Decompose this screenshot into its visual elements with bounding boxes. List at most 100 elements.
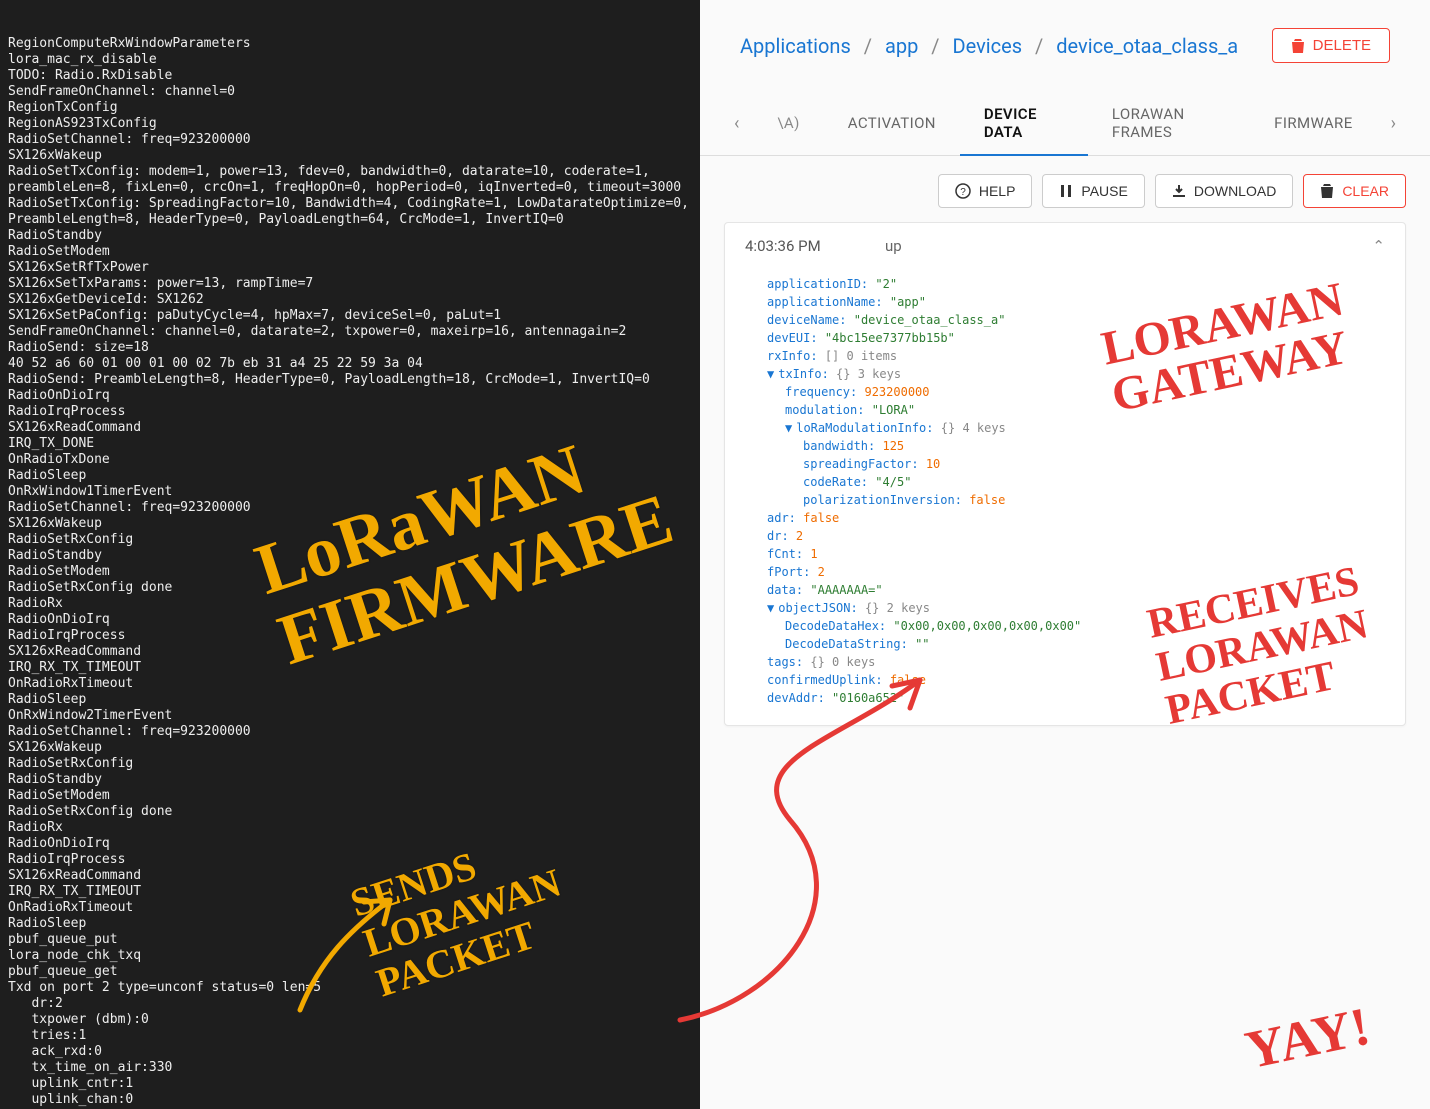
action-bar: ? HELP PAUSE DOWNLOAD CLEAR (700, 156, 1430, 222)
help-button[interactable]: ? HELP (938, 174, 1033, 208)
breadcrumb-devices[interactable]: Devices (953, 34, 1023, 58)
terminal-line: SX126xReadCommand (8, 644, 692, 660)
event-collapse-icon[interactable]: ⌃ (1372, 237, 1385, 255)
tab-lorawan-frames[interactable]: LORAWAN FRAMES (1088, 91, 1250, 155)
delete-button[interactable]: DELETE (1272, 28, 1390, 63)
event-card: 4:03:36 PM up ⌃ applicationID: "2" appli… (724, 222, 1406, 726)
download-button[interactable]: DOWNLOAD (1155, 174, 1293, 208)
help-label: HELP (979, 183, 1016, 199)
terminal-line: SendFrameOnChannel: channel=0, datarate=… (8, 324, 692, 340)
terminal-line: OnRxWindow2TimerEvent (8, 708, 692, 724)
terminal-line: RadioSetRxConfig (8, 532, 692, 548)
json-confirmedUplink: false (890, 673, 926, 687)
event-time: 4:03:36 PM (745, 237, 885, 255)
json-decodeHex: "0x00,0x00,0x00,0x00,0x00" (893, 619, 1081, 633)
download-label: DOWNLOAD (1194, 183, 1276, 199)
pause-icon (1059, 184, 1073, 198)
terminal-line: tries:1 (8, 1028, 692, 1044)
annotation-yay: YAY! (1240, 995, 1375, 1082)
terminal-line: dr:2 (8, 996, 692, 1012)
terminal-line: SX126xSetRfTxPower (8, 260, 692, 276)
pause-label: PAUSE (1081, 183, 1127, 199)
json-toggle[interactable]: ▼ (767, 601, 774, 615)
json-data: "AAAAAAA=" (810, 583, 882, 597)
terminal-line: SendFrameOnChannel: channel=0 (8, 84, 692, 100)
terminal-line: SX126xSetPaConfig: paDutyCycle=4, hpMax=… (8, 308, 692, 324)
terminal-line: RadioRx (8, 596, 692, 612)
terminal-line: SX126xReadCommand (8, 420, 692, 436)
terminal-line: RadioRx (8, 820, 692, 836)
json-applicationID: "2" (875, 277, 897, 291)
json-sf: 10 (926, 457, 940, 471)
clear-label: CLEAR (1342, 183, 1389, 199)
terminal-line: RadioStandby (8, 548, 692, 564)
terminal-line: preambleLen=8, fixLen=0, crcOn=1, freqHo… (8, 180, 692, 196)
json-codeRate: "4/5" (875, 475, 911, 489)
terminal-line: Txd on port 2 type=unconf status=0 len=5 (8, 980, 692, 996)
terminal-line: RadioSetChannel: freq=923200000 (8, 500, 692, 516)
terminal-line: RadioIrqProcess (8, 852, 692, 868)
json-modulation: "LORA" (872, 403, 915, 417)
json-rxInfo-meta: 0 items (847, 349, 898, 363)
terminal-line: RadioSetModem (8, 244, 692, 260)
json-decodeStr: "" (915, 637, 929, 651)
terminal-line: RadioSetModem (8, 788, 692, 804)
tab-device-data[interactable]: DEVICE DATA (960, 91, 1088, 155)
terminal-line: SX126xGetDeviceId: SX1262 (8, 292, 692, 308)
json-deviceName: "device_otaa_class_a" (854, 313, 1006, 327)
terminal-line: IRQ_RX_TX_TIMEOUT (8, 884, 692, 900)
help-icon: ? (955, 183, 971, 199)
terminal-line: SX126xReadCommand (8, 868, 692, 884)
terminal-line: OnRadioRxTimeout (8, 900, 692, 916)
svg-text:?: ? (960, 187, 966, 198)
tab-activation[interactable]: ACTIVATION (824, 100, 960, 146)
terminal-line: RadioSend: size=18 (8, 340, 692, 356)
terminal-line: SX126xWakeup (8, 516, 692, 532)
delete-label: DELETE (1313, 37, 1371, 54)
terminal-line: RadioSetRxConfig (8, 756, 692, 772)
clear-button[interactable]: CLEAR (1303, 174, 1406, 208)
breadcrumb-device[interactable]: device_otaa_class_a (1056, 34, 1238, 58)
json-toggle[interactable]: ▼ (767, 367, 774, 381)
terminal-line: SX126xSetTxParams: power=13, rampTime=7 (8, 276, 692, 292)
breadcrumb-sep: / (1035, 34, 1043, 58)
terminal-line: RegionTxConfig (8, 100, 692, 116)
json-bandwidth: 125 (882, 439, 904, 453)
tab-firmware[interactable]: FIRMWARE (1250, 100, 1376, 146)
terminal-line: RadioSetChannel: freq=923200000 (8, 132, 692, 148)
terminal-line: RadioSetChannel: freq=923200000 (8, 724, 692, 740)
event-body: applicationID: "2" applicationName: "app… (725, 269, 1405, 725)
json-devAddr: "0160a652" (832, 691, 904, 705)
breadcrumb-app[interactable]: app (885, 34, 918, 58)
trash-icon (1291, 38, 1305, 54)
terminal-line: RadioSleep (8, 692, 692, 708)
trash-icon (1320, 183, 1334, 199)
json-frequency: 923200000 (864, 385, 929, 399)
breadcrumb-sep: / (931, 34, 939, 58)
terminal-line: PreambleLength=8, HeaderType=0, PayloadL… (8, 212, 692, 228)
tab-scroll-left[interactable]: ‹ (720, 113, 753, 134)
json-fCnt: 1 (810, 547, 817, 561)
tab-truncated[interactable]: \A) (753, 100, 823, 146)
terminal-line: pbuf_queue_put (8, 932, 692, 948)
terminal-line: RadioSetTxConfig: modem=1, power=13, fde… (8, 164, 692, 180)
terminal-line: RadioSleep (8, 916, 692, 932)
terminal-line: OnRadioTxDone (8, 452, 692, 468)
json-polInv: false (969, 493, 1005, 507)
breadcrumb-sep: / (864, 34, 872, 58)
pause-button[interactable]: PAUSE (1042, 174, 1144, 208)
breadcrumb-applications[interactable]: Applications (740, 34, 851, 58)
terminal-line: lora_node_chk_txq (8, 948, 692, 964)
json-txInfo-meta: 3 keys (858, 367, 901, 381)
terminal-line: RadioSend: PreambleLength=8, HeaderType=… (8, 372, 692, 388)
terminal-line: RadioOnDioIrq (8, 836, 692, 852)
terminal-line: lora_mac_rx_disable (8, 52, 692, 68)
json-devEUI: "4bc15ee7377bb15b" (825, 331, 955, 345)
event-direction: up (885, 237, 1085, 255)
json-toggle[interactable]: ▼ (785, 421, 792, 435)
terminal-line: RadioSetRxConfig done (8, 580, 692, 596)
json-applicationName: "app" (890, 295, 926, 309)
download-icon (1172, 184, 1186, 198)
tab-scroll-right[interactable]: › (1377, 113, 1410, 134)
tabs: ‹ \A) ACTIVATION DEVICE DATA LORAWAN FRA… (700, 91, 1430, 156)
